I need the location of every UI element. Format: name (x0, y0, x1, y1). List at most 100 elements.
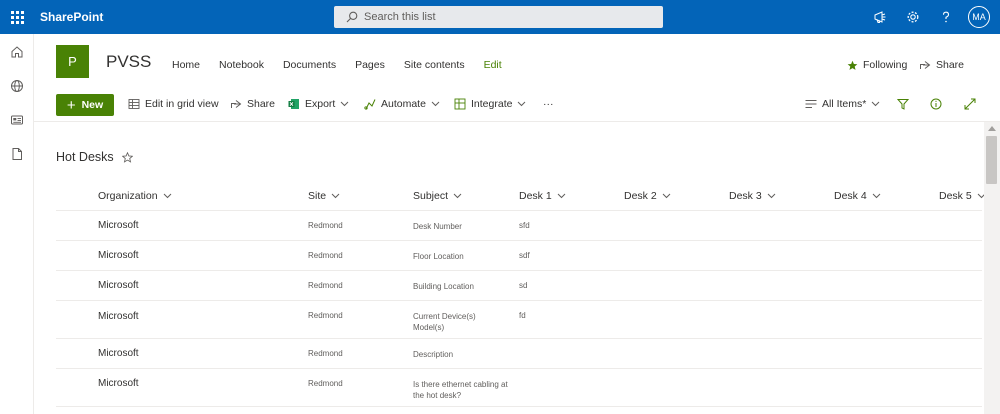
column-header-desk-5[interactable]: Desk 5 (939, 190, 986, 202)
column-header-organization[interactable]: Organization (98, 190, 172, 202)
site-navigation: Home Notebook Documents Pages Site conte… (172, 59, 521, 71)
excel-icon (288, 99, 299, 109)
cell-site: Redmond (308, 379, 343, 388)
list-title-text: Hot Desks (56, 150, 114, 164)
cell-subject: Is there ethernet cabling at the hot des… (413, 380, 508, 400)
favorite-star-icon[interactable] (121, 151, 133, 163)
column-header-subject[interactable]: Subject (413, 190, 462, 202)
command-bar: + New Edit in grid view Share Export Aut… (34, 88, 1000, 122)
export-button[interactable]: Export (288, 98, 354, 110)
column-header-desk-3[interactable]: Desk 3 (729, 190, 776, 202)
search-icon (346, 11, 358, 23)
document-icon[interactable] (8, 145, 26, 163)
gear-icon[interactable] (903, 7, 923, 27)
chevron-down-icon (518, 101, 526, 107)
column-header-label: Desk 2 (624, 190, 657, 202)
app-launcher-icon[interactable] (0, 0, 34, 34)
column-header-desk-4[interactable]: Desk 4 (834, 190, 881, 202)
avatar[interactable]: MA (968, 6, 990, 28)
nav-pages[interactable]: Pages (355, 59, 385, 71)
view-selector[interactable]: All Items* (805, 98, 885, 110)
table-row[interactable]: Microsoft Redmond Desk Number sfd (56, 211, 982, 241)
help-icon[interactable] (936, 7, 956, 27)
chevron-down-icon (453, 193, 462, 199)
more-options-button[interactable]: ··· (543, 98, 554, 110)
scrollbar-thumb[interactable] (986, 136, 997, 184)
cell-site: Redmond (308, 349, 343, 358)
table-row[interactable]: Microsoft Redmond Current Device(s) Mode… (56, 301, 982, 339)
info-icon[interactable] (930, 98, 947, 110)
integrate-button[interactable]: Integrate (454, 98, 531, 110)
column-header-label: Subject (413, 190, 449, 202)
chevron-down-icon (767, 193, 776, 199)
share-icon (920, 61, 931, 69)
share-label: Share (247, 98, 276, 110)
column-header-label: Desk 5 (939, 190, 972, 202)
vertical-scrollbar[interactable] (984, 122, 1000, 414)
integrate-label: Integrate (471, 98, 513, 110)
search-input[interactable] (364, 11, 644, 23)
chevron-down-icon (557, 193, 566, 199)
cell-desk-1: sfd (519, 221, 530, 230)
new-button[interactable]: + New (56, 94, 114, 116)
site-logo[interactable]: P (56, 45, 89, 78)
column-header-desk-2[interactable]: Desk 2 (624, 190, 671, 202)
share-icon (231, 100, 242, 108)
expand-icon[interactable] (964, 98, 981, 110)
search-box[interactable] (334, 6, 663, 28)
scroll-up-arrow-icon[interactable] (988, 126, 996, 131)
table-row[interactable]: Microsoft Redmond Description (56, 339, 982, 369)
automate-button[interactable]: Automate (364, 98, 445, 110)
table-row[interactable]: Microsoft Redmond Floor Location sdf (56, 241, 982, 271)
cell-organization: Microsoft (98, 250, 139, 261)
nav-notebook[interactable]: Notebook (219, 59, 264, 71)
list-view-icon (805, 100, 817, 108)
table-row[interactable]: Microsoft Redmond Building Location sd (56, 271, 982, 301)
automate-icon (364, 99, 376, 110)
filter-icon[interactable] (897, 98, 914, 110)
site-share-button[interactable]: Share (919, 59, 964, 71)
following-label: Following (863, 59, 908, 71)
cell-site: Redmond (308, 221, 343, 230)
chevron-down-icon (872, 193, 881, 199)
automate-label: Automate (381, 98, 426, 110)
share-button[interactable]: Share (230, 98, 275, 110)
cell-organization: Microsoft (98, 280, 139, 291)
home-icon[interactable] (8, 43, 26, 61)
column-header-site[interactable]: Site (308, 190, 340, 202)
site-title[interactable]: PVSS (106, 52, 151, 72)
megaphone-icon[interactable] (870, 7, 890, 27)
cell-desk-1: sdf (519, 251, 530, 260)
cell-organization: Microsoft (98, 378, 139, 389)
column-header-label: Site (308, 190, 327, 202)
plus-icon: + (66, 96, 76, 114)
edit-grid-view-button[interactable]: Edit in grid view (128, 98, 219, 110)
cell-subject: Description (413, 350, 454, 359)
left-rail (0, 34, 34, 414)
star-filled-icon (847, 60, 858, 70)
list-title: Hot Desks (56, 150, 133, 164)
nav-home[interactable]: Home (172, 59, 200, 71)
table-row[interactable]: Microsoft Redmond Is there ethernet cabl… (56, 369, 982, 407)
cell-subject: Floor Location (413, 252, 464, 261)
cell-organization: Microsoft (98, 348, 139, 359)
chevron-down-icon (163, 193, 171, 199)
globe-icon[interactable] (8, 77, 26, 95)
cell-organization: Microsoft (98, 220, 139, 231)
cell-subject: Current Device(s) Model(s) (413, 312, 476, 332)
column-header-desk-1[interactable]: Desk 1 (519, 190, 566, 202)
app-brand[interactable]: SharePoint (40, 0, 103, 34)
suite-bar: SharePoint MA (0, 0, 1000, 34)
nav-site-contents[interactable]: Site contents (404, 59, 465, 71)
column-header-label: Desk 3 (729, 190, 762, 202)
nav-edit-link[interactable]: Edit (484, 59, 502, 71)
view-selector-label: All Items* (822, 98, 867, 110)
following-button[interactable]: Following (847, 59, 907, 71)
chevron-down-icon (662, 193, 671, 199)
grid-icon (128, 99, 140, 109)
nav-documents[interactable]: Documents (283, 59, 336, 71)
cell-desk-1: sd (519, 281, 528, 290)
news-icon[interactable] (8, 111, 26, 129)
cell-site: Redmond (308, 251, 343, 260)
column-header-label: Desk 1 (519, 190, 552, 202)
